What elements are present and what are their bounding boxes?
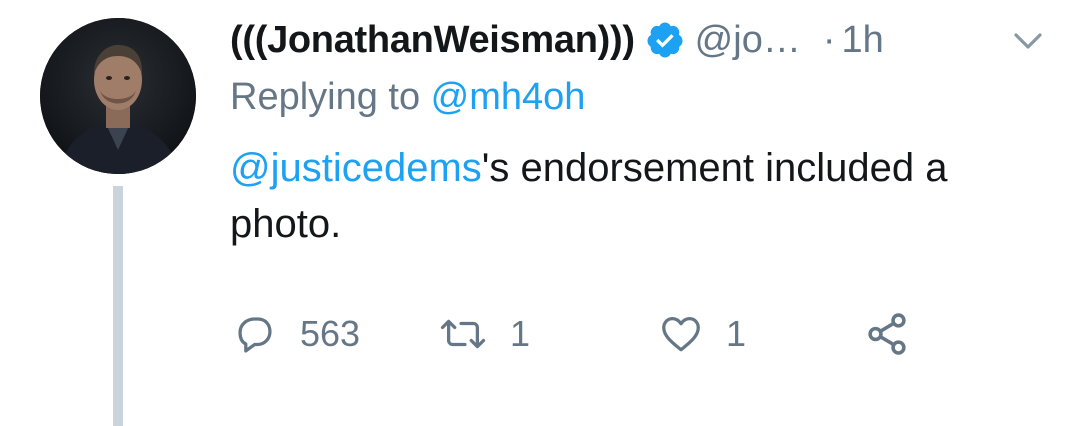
avatar-photo — [40, 18, 196, 174]
verified-badge-icon — [645, 20, 685, 60]
reply-icon — [232, 311, 278, 357]
tweet-text: @justicedems's endorsement included a ph… — [230, 140, 1050, 252]
tweet[interactable]: (((JonathanWeisman))) @jo… · 1h Replying… — [0, 0, 1080, 426]
share-icon — [862, 309, 912, 359]
display-name[interactable]: (((JonathanWeisman))) — [230, 19, 635, 62]
action-bar: 563 1 1 — [232, 304, 1032, 364]
heart-icon — [658, 311, 704, 357]
like-button[interactable]: 1 — [658, 304, 746, 364]
retweet-button[interactable]: 1 — [438, 304, 530, 364]
separator-dot: · — [822, 18, 836, 61]
replying-to-link[interactable]: @mh4oh — [431, 76, 586, 118]
timestamp[interactable]: 1h — [841, 19, 883, 62]
like-count: 1 — [726, 313, 747, 354]
share-button[interactable] — [862, 304, 912, 364]
handle[interactable]: @jo… — [695, 19, 801, 62]
tweet-header: (((JonathanWeisman))) @jo… · 1h — [230, 12, 884, 68]
thread-line — [113, 186, 123, 426]
retweet-icon — [438, 311, 488, 357]
reply-count: 563 — [300, 313, 361, 354]
chevron-down-icon[interactable] — [1010, 26, 1046, 56]
replying-prefix: Replying to — [230, 76, 431, 118]
mention-link[interactable]: @justicedems — [230, 146, 482, 190]
reply-button[interactable]: 563 — [232, 304, 360, 364]
retweet-count: 1 — [510, 313, 531, 354]
replying-to: Replying to @mh4oh — [230, 76, 585, 119]
avatar[interactable] — [40, 18, 196, 174]
